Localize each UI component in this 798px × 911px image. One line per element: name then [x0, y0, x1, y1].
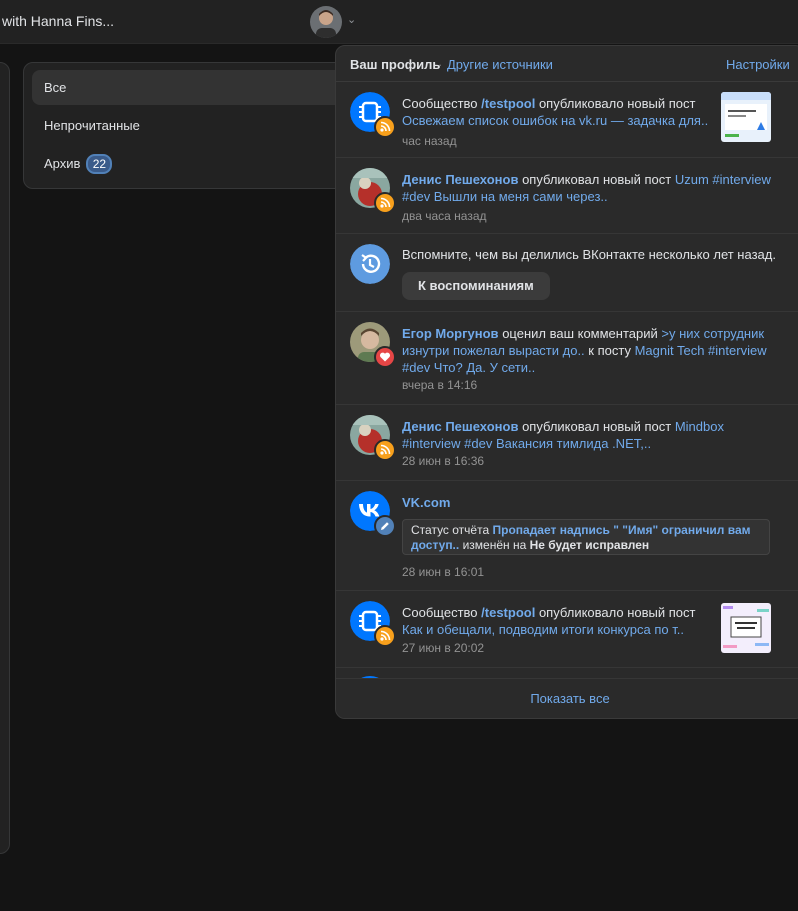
- top-bar: with Hanna Fins... ⌄: [0, 0, 798, 44]
- tab-your-profile[interactable]: Ваш профиль: [350, 57, 440, 72]
- pencil-icon: [374, 515, 396, 537]
- notification-item[interactable]: Денис Пешехонов опубликовал новый пост U…: [336, 158, 798, 234]
- rss-icon: [374, 116, 396, 138]
- memories-button[interactable]: К воспоминаниям: [402, 272, 550, 300]
- timestamp: два часа назад: [402, 209, 487, 223]
- action-text: опубликовало новый пост: [538, 605, 696, 620]
- changed-text: изменён на: [462, 538, 527, 552]
- post-link[interactable]: Как и обещали, подводим итоги конкурса п…: [402, 622, 684, 637]
- filter-item-archive[interactable]: Архив 22: [32, 146, 352, 181]
- filter-item-all[interactable]: Все: [32, 70, 352, 105]
- filter-label: Все: [44, 80, 67, 95]
- notification-text: Денис Пешехонов опубликовал новый пост U…: [402, 171, 782, 205]
- archive-count-badge: 22: [86, 153, 113, 174]
- text-prefix: Сообщество: [402, 605, 478, 620]
- notification-item[interactable]: VK.com Статус отчёта Пропадает надпись "…: [336, 481, 798, 591]
- memories-avatar: [350, 244, 390, 284]
- filter-item-unread[interactable]: Непрочитанные: [32, 108, 352, 143]
- thumbnail-image: [721, 92, 771, 142]
- notification-item[interactable]: Сообщество /testpool опубликовало новый …: [336, 82, 798, 158]
- notification-item[interactable]: Егор Моргунов оценил ваш комментарий >у …: [336, 312, 798, 405]
- history-icon: [350, 244, 390, 284]
- timestamp: 28 июн в 16:36: [402, 454, 485, 468]
- notification-text: VK.com: [402, 494, 782, 511]
- group-link[interactable]: /testpool: [481, 605, 535, 620]
- source-link[interactable]: VK.com: [402, 495, 450, 510]
- status-prefix: Статус отчёта: [411, 523, 490, 537]
- text-prefix: Сообщество: [402, 96, 478, 111]
- call-title[interactable]: with Hanna Fins...: [2, 13, 114, 29]
- notification-item: Вспомните, чем вы делились ВКонтакте нес…: [336, 234, 798, 312]
- post-thumbnail[interactable]: [721, 603, 771, 653]
- timestamp: час назад: [402, 134, 457, 148]
- user-link[interactable]: Денис Пешехонов: [402, 172, 518, 187]
- notification-text: Сообщество /testpool опубликовало новый …: [402, 604, 712, 638]
- notification-text: Егор Моргунов оценил ваш комментарий >у …: [402, 325, 782, 376]
- separator-dot: ·: [438, 57, 443, 72]
- user-link[interactable]: Егор Моргунов: [402, 326, 499, 341]
- avatar: [310, 6, 342, 38]
- chevron-down-icon[interactable]: ⌄: [347, 13, 356, 26]
- timestamp: 27 июн в 20:02: [402, 641, 485, 655]
- user-link[interactable]: Денис Пешехонов: [402, 419, 518, 434]
- panel-header: Ваш профиль · Другие источники Настройки: [336, 46, 798, 82]
- notifications-panel: Ваш профиль · Другие источники Настройки…: [335, 45, 798, 719]
- action-text: опубликовало новый пост: [538, 96, 696, 111]
- action-text: опубликовал новый пост: [522, 172, 672, 187]
- show-all-link[interactable]: Показать все: [336, 678, 798, 718]
- settings-link[interactable]: Настройки: [726, 57, 790, 72]
- notification-item[interactable]: Денис Пешехонов опубликовал новый пост M…: [336, 405, 798, 481]
- to-post-text: к посту: [588, 343, 631, 358]
- left-column-card: [0, 62, 10, 854]
- timestamp: вчера в 14:16: [402, 378, 478, 392]
- action-text: оценил ваш комментарий: [502, 326, 658, 341]
- filter-label: Архив: [44, 156, 81, 171]
- group-link[interactable]: /testpool: [481, 96, 535, 111]
- rss-icon: [374, 625, 396, 647]
- rss-icon: [374, 439, 396, 461]
- notification-item[interactable]: Сообщество /testpool опубликовало новый …: [336, 591, 798, 668]
- post-link[interactable]: Освежаем список ошибок на vk.ru — задачк…: [402, 113, 708, 128]
- timestamp: 28 июн в 16:01: [402, 565, 485, 579]
- rss-icon: [374, 192, 396, 214]
- action-text: опубликовал новый пост: [522, 419, 672, 434]
- notification-text: Сообщество /testpool опубликовало новый …: [402, 95, 712, 129]
- new-status: Не будет исправлен: [529, 538, 650, 552]
- tab-other-sources[interactable]: Другие источники: [447, 57, 553, 72]
- heart-icon: [374, 346, 396, 368]
- post-thumbnail[interactable]: [721, 92, 771, 142]
- notification-text: Вспомните, чем вы делились ВКонтакте нес…: [402, 247, 776, 262]
- filter-card: Все Непрочитанные Архив 22: [23, 62, 353, 189]
- thumbnail-image: [721, 603, 771, 653]
- status-box: Статус отчёта Пропадает надпись " "Имя" …: [402, 519, 770, 555]
- notification-text: Денис Пешехонов опубликовал новый пост M…: [402, 418, 782, 452]
- filter-label: Непрочитанные: [44, 118, 140, 133]
- profile-avatar-button[interactable]: [310, 6, 342, 38]
